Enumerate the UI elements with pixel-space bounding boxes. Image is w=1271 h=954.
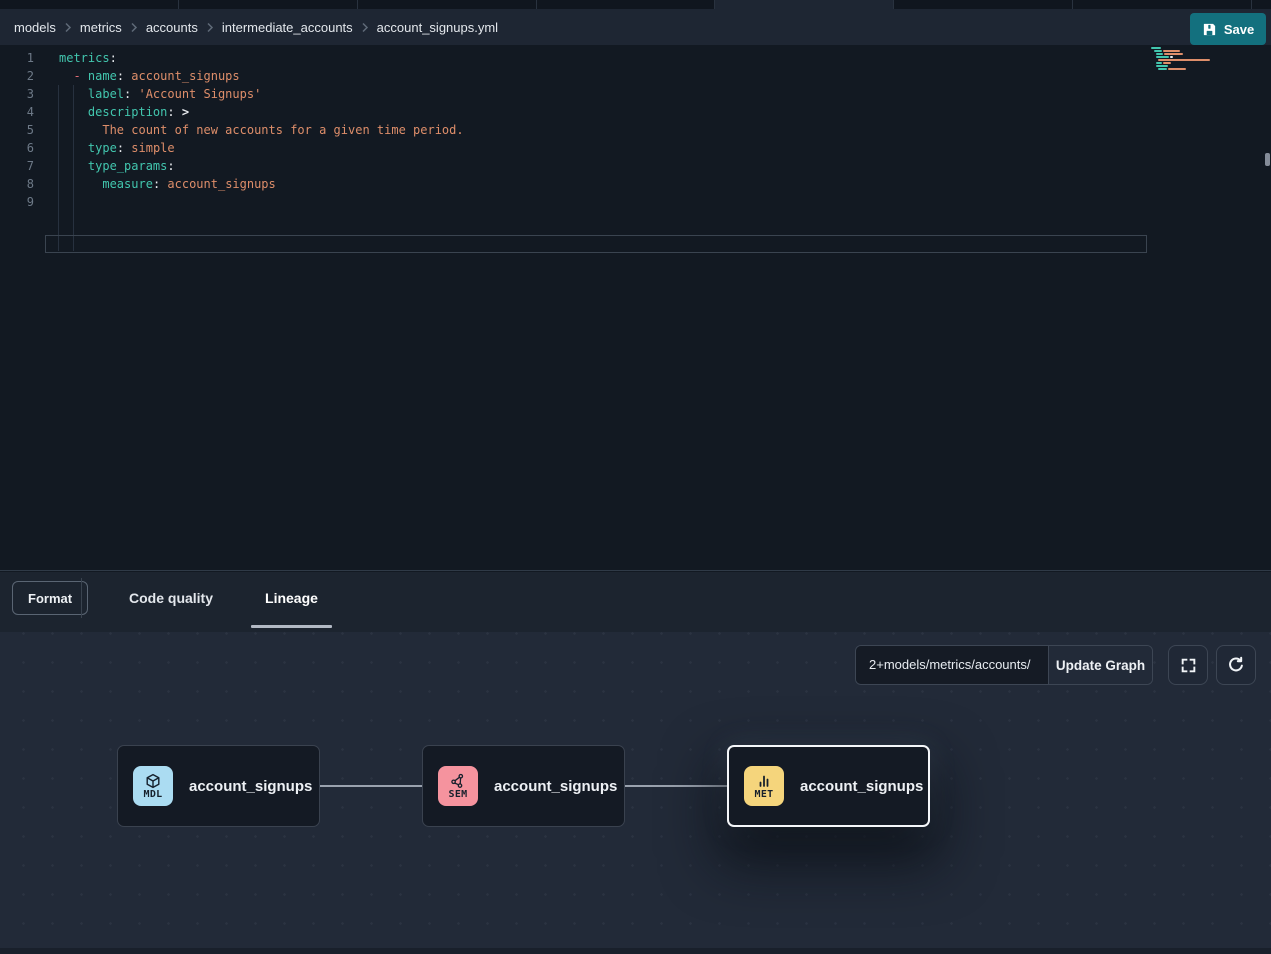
metric-chart-icon — [756, 773, 772, 789]
code-line: 6 type: simple — [0, 139, 1271, 157]
editor-tab[interactable] — [358, 0, 537, 9]
line-number: 6 — [0, 139, 34, 157]
refresh-icon — [1227, 656, 1245, 674]
editor-scrollbar[interactable] — [1265, 153, 1270, 166]
line-number: 4 — [0, 103, 34, 121]
breadcrumb-item[interactable]: account_signups.yml — [377, 20, 498, 35]
breadcrumb-item[interactable]: intermediate_accounts — [222, 20, 353, 35]
divider — [81, 578, 82, 618]
node-label: account_signups — [800, 778, 923, 795]
semantic-network-icon — [450, 773, 466, 789]
node-badge-met: MET — [744, 766, 784, 806]
editor-tab[interactable] — [894, 0, 1073, 9]
chevron-right-icon — [64, 22, 72, 33]
save-label: Save — [1224, 22, 1254, 37]
line-number: 7 — [0, 157, 34, 175]
node-badge-mdl: MDL — [133, 766, 173, 806]
panel-header: Format Code qualityLineage — [0, 572, 1271, 632]
node-badge-label: MDL — [144, 789, 163, 800]
chevron-right-icon — [130, 22, 138, 33]
code-line: 5 The count of new accounts for a given … — [0, 121, 1271, 139]
code-line: 4 description: > — [0, 103, 1271, 121]
maximize-icon — [1180, 657, 1197, 674]
code-line: 7 type_params: — [0, 157, 1271, 175]
tab-code-quality[interactable]: Code quality — [103, 572, 239, 624]
line-number: 3 — [0, 85, 34, 103]
editor-tab[interactable] — [0, 0, 179, 9]
breadcrumb-item[interactable]: accounts — [146, 20, 198, 35]
breadcrumb-bar: models metrics accounts intermediate_accoun… — [0, 9, 1271, 45]
lineage-edge — [320, 785, 422, 787]
code-line: 8 measure: account_signups — [0, 175, 1271, 193]
fullscreen-button[interactable] — [1168, 645, 1208, 685]
node-badge-label: SEM — [449, 789, 468, 800]
editor-tab[interactable] — [179, 0, 358, 9]
line-number: 5 — [0, 121, 34, 139]
editor-tab[interactable] — [537, 0, 716, 9]
code-lines: 1metrics:2 - name: account_signups3 labe… — [0, 49, 1271, 211]
save-button[interactable]: Save — [1190, 13, 1266, 45]
current-line-highlight — [45, 235, 1147, 253]
line-number: 9 — [0, 193, 34, 211]
refresh-button[interactable] — [1216, 645, 1256, 685]
code-line: 3 label: 'Account Signups' — [0, 85, 1271, 103]
line-number: 8 — [0, 175, 34, 193]
chevron-right-icon — [361, 22, 369, 33]
line-number: 2 — [0, 67, 34, 85]
minimap[interactable] — [1151, 47, 1217, 71]
lineage-canvas[interactable]: 2+models/metrics/accounts/ Update Graph — [0, 632, 1271, 954]
node-label: account_signups — [189, 778, 312, 795]
lineage-selector-group: 2+models/metrics/accounts/ Update Graph — [855, 645, 1153, 685]
model-cube-icon — [145, 773, 161, 789]
chevron-right-icon — [206, 22, 214, 33]
lineage-node-mdl[interactable]: MDL account_signups — [117, 745, 320, 827]
lineage-node-met[interactable]: MET account_signups — [727, 745, 930, 827]
save-icon — [1202, 22, 1217, 37]
editor-tab[interactable] — [715, 0, 894, 9]
code-line: 9 — [0, 193, 1271, 211]
breadcrumb-item[interactable]: metrics — [80, 20, 122, 35]
format-button[interactable]: Format — [12, 581, 88, 615]
lineage-selector-input[interactable]: 2+models/metrics/accounts/ — [856, 646, 1048, 684]
app-root: models metrics accounts intermediate_accoun… — [0, 0, 1271, 954]
lineage-edge — [625, 785, 727, 787]
panel-tabs: Code qualityLineage — [103, 572, 344, 624]
update-graph-button[interactable]: Update Graph — [1048, 646, 1152, 684]
lineage-node-sem[interactable]: SEM account_signups — [422, 745, 625, 827]
editor-tab-strip — [0, 0, 1271, 9]
node-badge-sem: SEM — [438, 766, 478, 806]
tab-strip-filler — [1252, 0, 1271, 9]
tab-lineage[interactable]: Lineage — [239, 572, 344, 624]
breadcrumb: models metrics accounts intermediate_accoun… — [14, 20, 498, 35]
bottom-panel: Format Code qualityLineage 2+models/metr… — [0, 572, 1271, 954]
breadcrumb-item[interactable]: models — [14, 20, 56, 35]
code-line: 2 - name: account_signups — [0, 67, 1271, 85]
code-line: 1metrics: — [0, 49, 1271, 67]
node-badge-label: MET — [755, 789, 774, 800]
editor-tab[interactable] — [1073, 0, 1252, 9]
line-number: 1 — [0, 49, 34, 67]
node-label: account_signups — [494, 778, 617, 795]
code-editor[interactable]: 1metrics:2 - name: account_signups3 labe… — [0, 45, 1271, 571]
